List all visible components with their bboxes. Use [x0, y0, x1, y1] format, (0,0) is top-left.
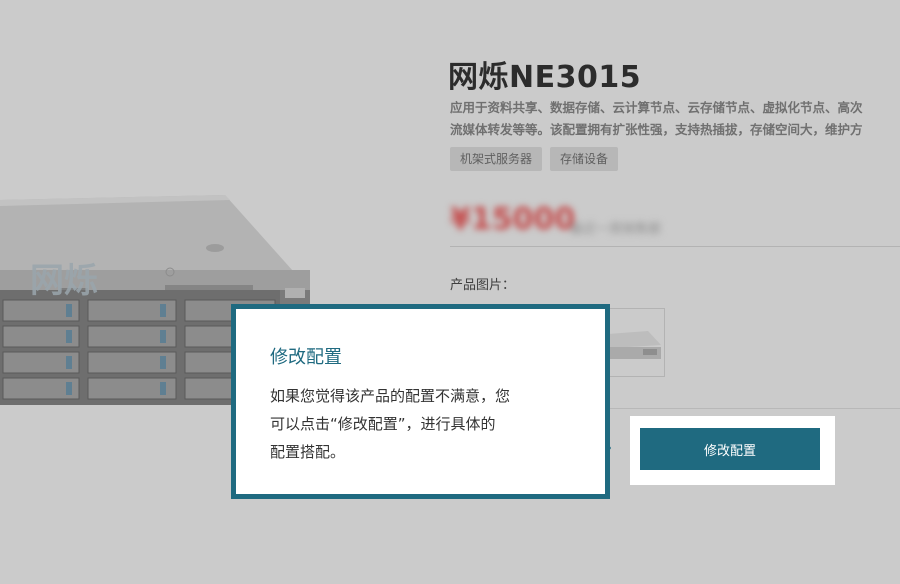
tooltip-title: 修改配置 — [270, 347, 342, 368]
product-title: 网烁NE3015 — [448, 60, 642, 95]
product-description: 应用于资料共享、数据存储、云计算节点、云存储节点、虚拟化节点、高次 流媒体转发等… — [450, 97, 900, 141]
description-line: 应用于资料共享、数据存储、云计算节点、云存储节点、虚拟化节点、高次 — [450, 100, 863, 115]
guide-tooltip: 修改配置 如果您觉得该产品的配置不满意，您 可以点击“修改配置”，进行具体的 配… — [231, 304, 610, 499]
price-note: 最近一周销售额 — [570, 222, 662, 237]
product-images-label: 产品图片： — [450, 278, 516, 293]
divider — [590, 408, 900, 409]
tooltip-body: 如果您觉得该产品的配置不满意，您 可以点击“修改配置”，进行具体的 配置搭配。 — [270, 382, 580, 466]
tag-storage-device[interactable]: 存储设备 — [550, 147, 619, 171]
tooltip-line: 可以点击“修改配置”，进行具体的 — [270, 415, 496, 433]
price-value: ¥15000 — [450, 202, 576, 237]
tooltip-line: 配置搭配。 — [270, 443, 346, 461]
tag-rack-server[interactable]: 机架式服务器 — [450, 147, 543, 171]
highlighted-action-area: 修改配置 — [630, 416, 835, 485]
description-line: 流媒体转发等等。该配置拥有扩张性强，支持热插拔，存储空间大，维护方 — [450, 122, 863, 137]
product-tags: 机架式服务器 存储设备 — [450, 147, 619, 171]
svg-text:网烁: 网烁 — [30, 261, 98, 301]
price-blurred: ¥15000 最近一周销售额 — [450, 202, 690, 244]
divider — [450, 246, 900, 247]
tooltip-line: 如果您觉得该产品的配置不满意，您 — [270, 387, 511, 405]
modify-config-button[interactable]: 修改配置 — [640, 428, 820, 470]
